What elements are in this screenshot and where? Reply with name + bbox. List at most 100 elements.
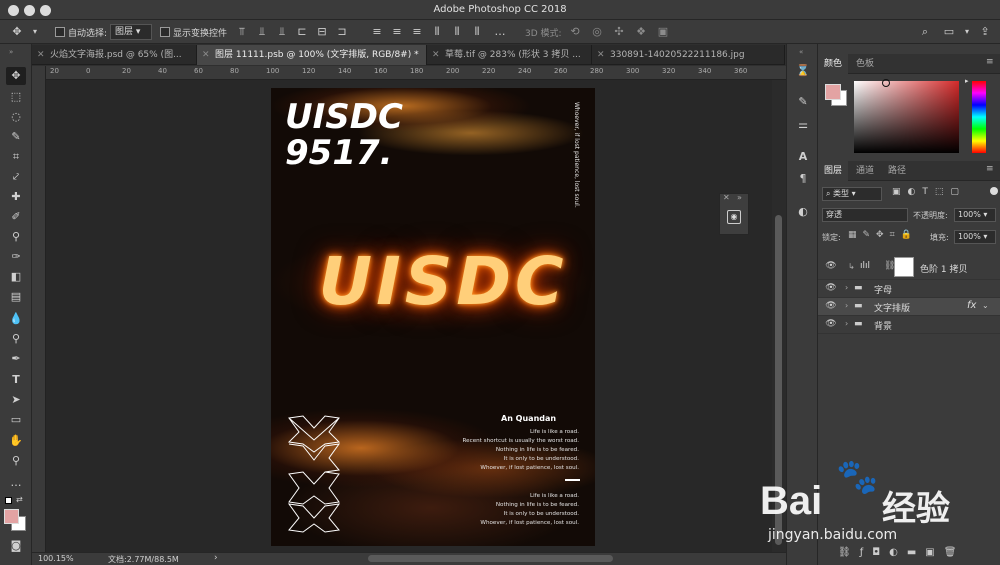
- zoom-tool-icon[interactable]: ⚲: [6, 452, 26, 470]
- 3d-rotate-icon[interactable]: ⟲: [568, 25, 582, 39]
- layer-actions-bar[interactable]: ⛓ƒ◘◐▬▣🗑: [838, 547, 965, 558]
- tab-document-4[interactable]: ✕ 330891-14020522211186.jpg: [592, 45, 785, 65]
- layer-name[interactable]: 文字排版: [874, 301, 910, 314]
- auto-select-checkbox[interactable]: [55, 27, 65, 37]
- expand-panel-icon[interactable]: »: [737, 193, 742, 202]
- distribute-top-icon[interactable]: ≡: [370, 25, 384, 39]
- tab-document-2[interactable]: ✕ 图层 11111.psb @ 100% (文字排版, RGB/8#) *: [197, 45, 427, 65]
- align-left-icon[interactable]: ⊏: [295, 25, 309, 39]
- search-icon[interactable]: ⌕: [918, 25, 932, 39]
- paragraph-icon[interactable]: ¶: [795, 171, 811, 187]
- foreground-color-swatch[interactable]: [4, 509, 19, 524]
- tab-paths[interactable]: 路径: [882, 161, 912, 181]
- layer-row[interactable]: 👁 › ▬ 背景: [818, 316, 1000, 334]
- zoom-level[interactable]: 100.15%: [38, 554, 74, 563]
- close-tab-icon[interactable]: ✕: [432, 45, 440, 65]
- swap-colors-icon[interactable]: ⇄: [16, 495, 23, 504]
- layer-name[interactable]: 背景: [874, 319, 892, 332]
- layer-row[interactable]: 👁 ↳ ılıl ⛓ 色阶 1 拷贝: [818, 254, 1000, 280]
- tab-document-3[interactable]: ✕ 草莓.tif @ 283% (形状 3 拷贝 ...: [427, 45, 592, 65]
- type-tool-icon[interactable]: T: [6, 371, 26, 389]
- layer-filter-icons[interactable]: ▣◐T⬚▢: [892, 187, 966, 197]
- panel-menu-icon[interactable]: ≡: [986, 57, 994, 67]
- show-transform-checkbox[interactable]: [160, 27, 170, 37]
- brush-tool-icon[interactable]: ✐: [6, 208, 26, 226]
- layer-mask-thumbnail[interactable]: [894, 257, 914, 277]
- tab-channels[interactable]: 通道: [850, 161, 880, 181]
- distribute-bottom-icon[interactable]: ≡: [410, 25, 424, 39]
- pen-tool-icon[interactable]: ✒: [6, 350, 26, 368]
- character-icon[interactable]: A: [795, 149, 811, 165]
- visibility-eye-icon[interactable]: 👁: [825, 283, 837, 293]
- foreground-swatch[interactable]: [825, 84, 841, 100]
- tab-color[interactable]: 颜色: [818, 54, 849, 74]
- auto-select-dropdown[interactable]: 图层 ▾: [110, 24, 152, 40]
- lock-icons[interactable]: ▦✎✥⌗🔒: [848, 230, 918, 240]
- close-tab-icon[interactable]: ✕: [37, 45, 45, 65]
- chevron-right-icon[interactable]: ›: [845, 319, 848, 328]
- document-canvas[interactable]: UISDC 9517. Whoever, if lost patience, l…: [271, 88, 595, 546]
- fx-badge[interactable]: fx: [967, 300, 976, 311]
- distribute-vcenter-icon[interactable]: ≡: [390, 25, 404, 39]
- lasso-tool-icon[interactable]: ◌: [6, 108, 26, 126]
- chevron-down-icon[interactable]: ▾: [28, 25, 42, 39]
- clone-stamp-tool-icon[interactable]: ⚲: [6, 228, 26, 246]
- close-tab-icon[interactable]: ✕: [597, 45, 605, 65]
- more-options-icon[interactable]: …: [493, 25, 507, 39]
- healing-brush-tool-icon[interactable]: ✚: [6, 188, 26, 206]
- workspace-icon[interactable]: ▭: [942, 25, 956, 39]
- crop-tool-icon[interactable]: ⌗: [6, 148, 26, 166]
- align-right-icon[interactable]: ⊐: [335, 25, 349, 39]
- gradient-tool-icon[interactable]: ▤: [6, 288, 26, 306]
- 3d-scale-icon[interactable]: ▣: [656, 25, 670, 39]
- eraser-tool-icon[interactable]: ◧: [6, 268, 26, 286]
- filter-toggle-icon[interactable]: [990, 187, 998, 195]
- history-brush-tool-icon[interactable]: ✑: [6, 248, 26, 266]
- opacity-input[interactable]: 100% ▾: [954, 208, 996, 222]
- 3d-slide-icon[interactable]: ❖: [634, 25, 648, 39]
- chevron-right-icon[interactable]: ›: [845, 301, 848, 310]
- hue-slider-handle[interactable]: ▸: [965, 77, 969, 85]
- collapse-toolbar-icon[interactable]: »: [9, 48, 13, 56]
- quick-select-tool-icon[interactable]: ✎: [6, 128, 26, 146]
- share-icon[interactable]: ⇪: [978, 25, 992, 39]
- fill-input[interactable]: 100% ▾: [954, 230, 996, 244]
- horizontal-scroll-thumb[interactable]: [368, 555, 613, 562]
- quick-mask-icon[interactable]: ◙: [6, 537, 26, 555]
- color-picker-field[interactable]: [854, 79, 959, 153]
- hue-slider[interactable]: [972, 81, 986, 153]
- tab-document-1[interactable]: ✕ 火焰文字海报.psd @ 65% (图...: [32, 45, 197, 65]
- panel-menu-icon[interactable]: ≡: [986, 164, 994, 174]
- distribute-left-icon[interactable]: ⦀: [430, 25, 444, 39]
- distribute-right-icon[interactable]: ⦀: [470, 25, 484, 39]
- ruler-horizontal[interactable]: 20 0 20 40 60 80 100 120 140 160 180 200…: [46, 66, 786, 80]
- properties-icon[interactable]: ◉: [727, 210, 741, 224]
- default-colors-icon[interactable]: [5, 497, 12, 504]
- ruler-vertical[interactable]: [32, 66, 46, 552]
- align-bottom-icon[interactable]: ⫫: [275, 25, 289, 39]
- visibility-eye-icon[interactable]: 👁: [825, 301, 837, 311]
- chevron-right-icon[interactable]: ›: [845, 283, 848, 292]
- align-top-icon[interactable]: ⫪: [235, 25, 249, 39]
- tab-swatches[interactable]: 色板: [850, 54, 880, 74]
- layer-row[interactable]: 👁 › ▬ 字母: [818, 280, 1000, 298]
- align-hcenter-icon[interactable]: ⊟: [315, 25, 329, 39]
- layer-name[interactable]: 色阶 1 拷贝: [920, 262, 967, 275]
- close-tab-icon[interactable]: ✕: [202, 45, 210, 65]
- close-panel-icon[interactable]: ✕: [723, 193, 730, 202]
- adjustments-icon[interactable]: ⚌: [795, 117, 811, 133]
- status-menu-arrow-icon[interactable]: ›: [214, 553, 218, 563]
- filter-kind-dropdown[interactable]: ⌕ 类型 ▾: [822, 187, 882, 201]
- picker-cursor[interactable]: [882, 79, 890, 87]
- eyedropper-tool-icon[interactable]: ⤦: [6, 168, 26, 186]
- collapse-icons-icon[interactable]: «: [799, 48, 803, 56]
- brush-settings-icon[interactable]: ✎: [795, 94, 811, 110]
- move-tool-icon[interactable]: ✥: [10, 25, 24, 39]
- properties-icon[interactable]: ◐: [795, 204, 811, 220]
- align-vcenter-icon[interactable]: ⫫: [255, 25, 269, 39]
- visibility-eye-icon[interactable]: 👁: [825, 261, 837, 271]
- workspace-chevron-icon[interactable]: ▾: [960, 25, 974, 39]
- hand-tool-icon[interactable]: ✋: [6, 432, 26, 450]
- distribute-hcenter-icon[interactable]: ⦀: [450, 25, 464, 39]
- chevron-down-icon[interactable]: ⌄: [982, 301, 989, 310]
